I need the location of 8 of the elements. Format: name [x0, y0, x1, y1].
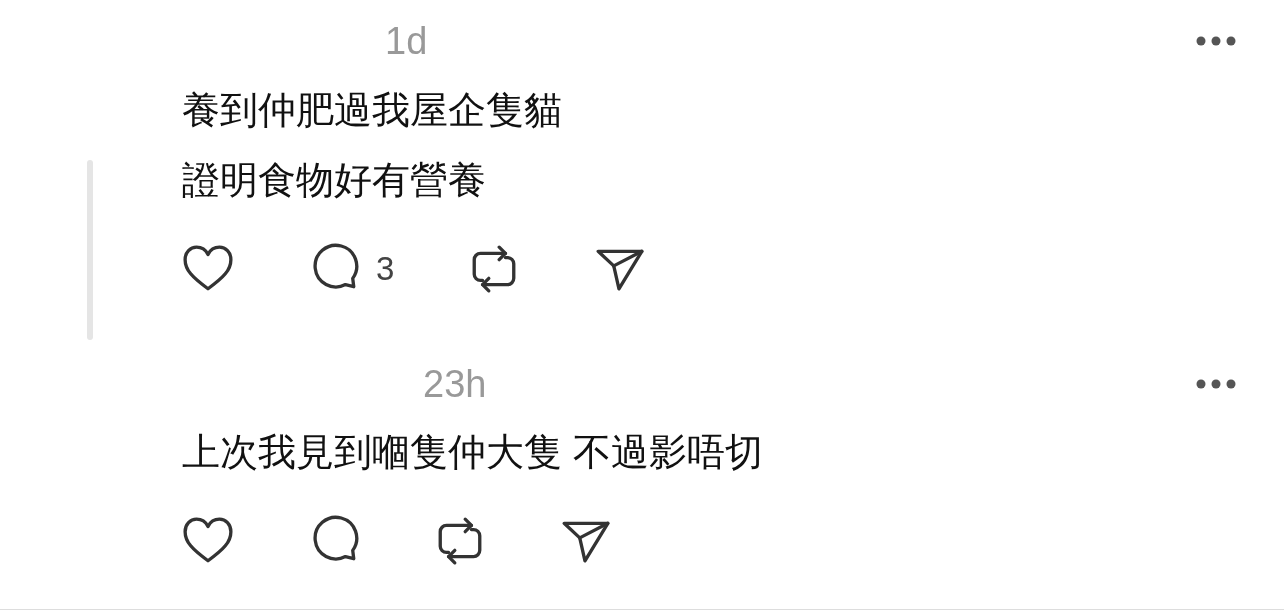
more-icon[interactable]: [1196, 379, 1236, 389]
post-text: 養到仲肥過我屋企隻貓: [182, 88, 562, 133]
post-text: 證明食物好有營養: [182, 158, 486, 203]
post-time: 23h: [423, 362, 487, 407]
reply-count: 3: [376, 250, 395, 288]
more-icon[interactable]: [1196, 36, 1236, 46]
post-time: 1d: [385, 19, 428, 64]
post-text: 上次我見到嗰隻仲大隻 不過影唔切: [182, 430, 763, 475]
